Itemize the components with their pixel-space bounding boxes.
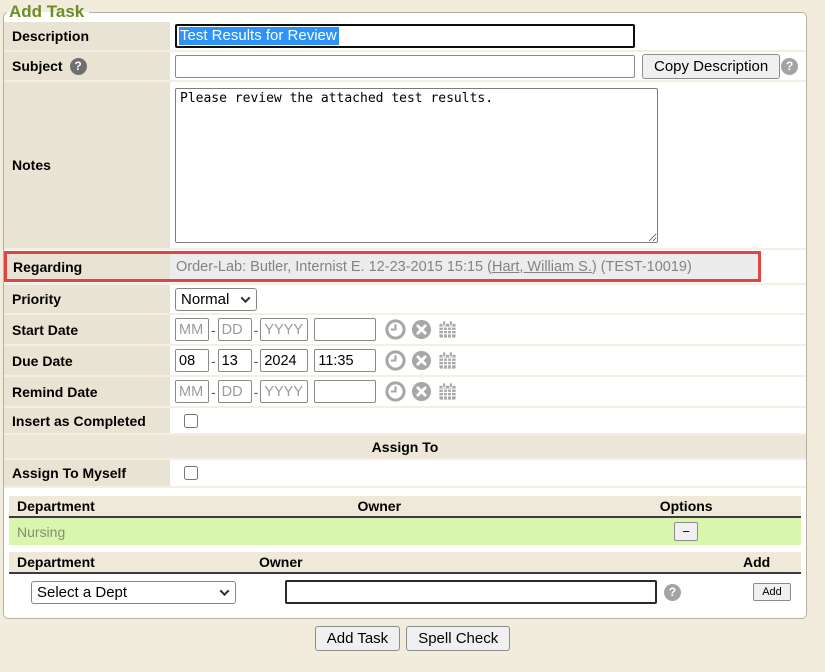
add-assignment-table: Department Owner Add Select a Dept ? Add	[9, 552, 801, 610]
assign-to-header-text: Assign To	[372, 439, 439, 455]
regarding-highlight-box: Regarding Order-Lab: Butler, Internist E…	[4, 251, 761, 282]
options-column-header: Options	[571, 498, 801, 514]
regarding-patient-link[interactable]: Hart, William S.	[492, 259, 592, 275]
due-date-label: Due Date	[4, 346, 170, 375]
clear-x-icon[interactable]	[411, 381, 432, 402]
spell-check-button[interactable]: Spell Check	[406, 626, 510, 651]
assign-to-myself-label: Assign To Myself	[4, 460, 170, 486]
remind-date-month-input[interactable]	[175, 380, 209, 403]
due-date-time-input[interactable]	[314, 349, 376, 372]
description-input[interactable]: Test Results for Review	[175, 24, 635, 48]
remind-date-time-input[interactable]	[314, 380, 376, 403]
chevron-down-icon	[220, 586, 230, 596]
chevron-down-icon	[241, 293, 251, 303]
description-label: Description	[4, 22, 170, 50]
notes-textarea[interactable]: Please review the attached test results.	[175, 88, 658, 243]
due-date-row: Due Date - -	[4, 346, 806, 377]
calendar-icon[interactable]	[437, 350, 458, 371]
add-task-panel: Add Task Description Test Results for Re…	[3, 2, 807, 619]
assigned-department-row: Nursing −	[9, 518, 801, 545]
priority-row: Priority Normal	[4, 285, 806, 315]
footer-button-bar: Add Task Spell Check	[0, 626, 825, 651]
remove-department-button[interactable]: −	[674, 522, 698, 541]
start-date-year-input[interactable]	[260, 318, 308, 341]
start-date-month-input[interactable]	[175, 318, 209, 341]
clock-icon[interactable]	[385, 319, 406, 340]
add-task-button[interactable]: Add Task	[315, 626, 400, 651]
department-column-header: Department	[9, 554, 259, 570]
subject-row: Subject ? Copy Description ?	[4, 52, 806, 82]
notes-row: Notes Please review the attached test re…	[4, 82, 806, 250]
remind-date-row: Remind Date - -	[4, 377, 806, 408]
regarding-row: Regarding Order-Lab: Butler, Internist E…	[4, 250, 806, 285]
start-date-time-input[interactable]	[314, 318, 376, 341]
help-icon[interactable]: ?	[781, 58, 798, 75]
date-separator: -	[211, 353, 216, 369]
remind-date-label: Remind Date	[4, 377, 170, 406]
copy-description-button[interactable]: Copy Description	[642, 54, 780, 79]
regarding-text: Order-Lab: Butler, Internist E. 12-23-20…	[176, 259, 492, 275]
priority-select[interactable]: Normal	[175, 288, 257, 311]
department-selected-value: Select a Dept	[37, 584, 127, 601]
regarding-label: Regarding	[7, 254, 170, 279]
owner-column-header: Owner	[259, 554, 743, 570]
start-date-day-input[interactable]	[218, 318, 252, 341]
description-row: Description Test Results for Review	[4, 22, 806, 52]
calendar-icon[interactable]	[437, 381, 458, 402]
assign-to-myself-row: Assign To Myself	[4, 460, 806, 488]
date-separator: -	[254, 384, 259, 400]
assigned-department-name: Nursing	[9, 524, 357, 540]
remind-date-day-input[interactable]	[218, 380, 252, 403]
insert-as-completed-row: Insert as Completed	[4, 408, 806, 435]
assign-to-section-header: Assign To	[4, 435, 806, 460]
add-task-page: Add Task Description Test Results for Re…	[0, 2, 825, 651]
regarding-text-suffix: ) (TEST-10019)	[592, 259, 692, 275]
date-separator: -	[211, 322, 216, 338]
due-date-month-input[interactable]	[175, 349, 209, 372]
insert-as-completed-label: Insert as Completed	[4, 408, 170, 433]
date-separator: -	[254, 322, 259, 338]
subject-label: Subject	[12, 58, 63, 74]
department-column-header: Department	[9, 498, 357, 514]
assign-to-myself-checkbox[interactable]	[184, 466, 198, 480]
page-title: Add Task	[7, 2, 89, 22]
assigned-departments-table-header: Department Owner Options	[9, 496, 801, 518]
add-assignment-row: Select a Dept ? Add	[9, 574, 801, 610]
clock-icon[interactable]	[385, 381, 406, 402]
notes-label: Notes	[4, 82, 170, 248]
owner-input[interactable]	[285, 580, 657, 604]
priority-label: Priority	[4, 285, 170, 313]
date-separator: -	[254, 353, 259, 369]
start-date-label: Start Date	[4, 315, 170, 344]
due-date-year-input[interactable]	[260, 349, 308, 372]
assigned-departments-table: Department Owner Options Nursing −	[9, 496, 801, 545]
subject-input[interactable]	[175, 55, 635, 78]
department-select[interactable]: Select a Dept	[31, 581, 236, 604]
clock-icon[interactable]	[385, 350, 406, 371]
calendar-icon[interactable]	[437, 319, 458, 340]
remind-date-year-input[interactable]	[260, 380, 308, 403]
clear-x-icon[interactable]	[411, 350, 432, 371]
clear-x-icon[interactable]	[411, 319, 432, 340]
help-icon[interactable]: ?	[664, 584, 681, 601]
add-column-header: Add	[743, 554, 801, 570]
add-assignment-button[interactable]: Add	[753, 583, 791, 601]
regarding-value: Order-Lab: Butler, Internist E. 12-23-20…	[170, 254, 758, 279]
owner-column-header: Owner	[357, 498, 571, 514]
add-assignment-table-header: Department Owner Add	[9, 552, 801, 574]
priority-selected-value: Normal	[181, 291, 229, 308]
due-date-day-input[interactable]	[218, 349, 252, 372]
help-icon[interactable]: ?	[70, 58, 87, 75]
insert-as-completed-checkbox[interactable]	[184, 414, 198, 428]
start-date-row: Start Date - -	[4, 315, 806, 346]
date-separator: -	[211, 384, 216, 400]
description-selected-text: Test Results for Review	[179, 27, 339, 45]
